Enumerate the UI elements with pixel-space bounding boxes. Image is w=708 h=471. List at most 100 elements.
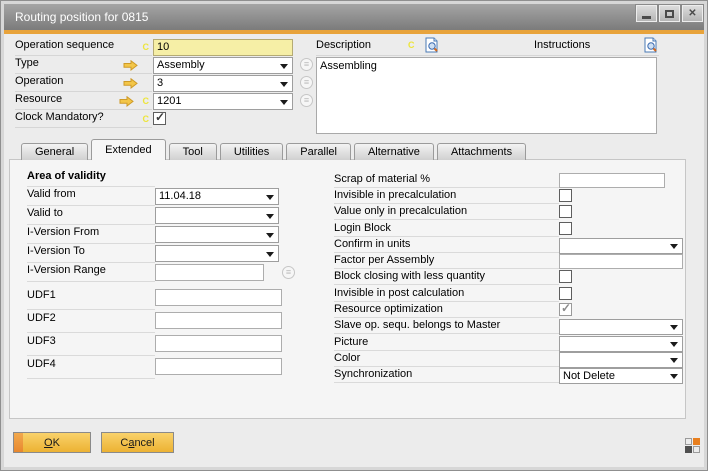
changed-marker: C [143, 114, 150, 124]
block-closing-with-less-quantity-checkbox[interactable] [559, 270, 572, 283]
synchronization-select[interactable]: Not Delete [559, 368, 683, 384]
link-arrow-icon[interactable] [123, 78, 138, 92]
resize-grip-icon[interactable] [685, 438, 701, 454]
clock-mandatory-label: Clock Mandatory? C [15, 111, 152, 128]
maximize-icon [665, 10, 674, 18]
choose-from-list-icon[interactable]: ≡ [300, 58, 313, 71]
extended-tab-panel: Area of validity Valid from 11.04.18 Val… [9, 159, 686, 419]
combo-value: Assembly [157, 59, 205, 71]
dropdown-arrow-icon [266, 233, 274, 238]
tab-general[interactable]: General [21, 143, 88, 160]
description-label: Description [316, 39, 371, 51]
iversion-range-label: I-Version Range [27, 264, 155, 282]
factor-per-assembly-label: Factor per Assembly [334, 254, 559, 269]
type-select[interactable]: Assembly [153, 57, 293, 74]
changed-marker: C [143, 42, 150, 52]
label-text: Resource [15, 93, 62, 105]
iversion-from-select[interactable] [155, 226, 279, 243]
description-expand-icon[interactable] [424, 37, 440, 53]
link-arrow-icon[interactable] [119, 96, 134, 110]
login-block-checkbox[interactable] [559, 222, 572, 235]
login-block-label: Login Block [334, 222, 559, 237]
titlebar-accent-line [4, 30, 704, 34]
iversion-range-input[interactable] [155, 264, 264, 281]
operation-sequence-input[interactable]: 10 [153, 39, 293, 56]
operation-select[interactable]: 3 [153, 75, 293, 92]
value-only-in-precalculation-checkbox[interactable] [559, 205, 572, 218]
factor-per-assembly-input[interactable] [559, 254, 683, 269]
tab-parallel[interactable]: Parallel [286, 143, 351, 160]
maximize-button[interactable] [659, 5, 680, 22]
valid-to-select[interactable] [155, 207, 279, 224]
invisible-in-precalculation-checkbox[interactable] [559, 189, 572, 202]
label-text: Operation [15, 75, 63, 87]
iversion-to-select[interactable] [155, 245, 279, 262]
synchronization-label: Synchronization [334, 368, 559, 383]
resource-optimization-label: Resource optimization [334, 303, 559, 318]
valid-to-label: Valid to [27, 207, 155, 225]
dropdown-arrow-icon [266, 214, 274, 219]
tab-attachments[interactable]: Attachments [437, 143, 526, 160]
choose-from-list-icon[interactable]: ≡ [300, 94, 313, 107]
dropdown-arrow-icon [670, 244, 678, 249]
valid-from-select[interactable]: 11.04.18 [155, 188, 279, 205]
link-arrow-icon[interactable] [123, 60, 138, 74]
invisible-in-post-calculation-checkbox[interactable] [559, 287, 572, 300]
color-label: Color [334, 352, 559, 367]
description-textarea[interactable]: Assembling [316, 57, 657, 134]
tab-tool[interactable]: Tool [169, 143, 217, 160]
instructions-label: Instructions [534, 39, 590, 51]
tab-utilities[interactable]: Utilities [220, 143, 283, 160]
slave-op-sequ-label: Slave op. sequ. belongs to Master [334, 319, 559, 334]
dropdown-arrow-icon [670, 325, 678, 330]
grip-square [685, 446, 692, 453]
confirm-in-units-label: Confirm in units [334, 238, 559, 253]
udf4-input[interactable] [155, 358, 282, 375]
confirm-in-units-select[interactable] [559, 238, 683, 254]
udf1-input[interactable] [155, 289, 282, 306]
choose-from-list-icon[interactable]: ≡ [282, 266, 295, 279]
tab-extended[interactable]: Extended [91, 139, 165, 160]
resource-select[interactable]: 1201 [153, 93, 293, 110]
scrap-of-material-input[interactable] [559, 173, 665, 188]
dropdown-arrow-icon [670, 342, 678, 347]
iversion-to-label: I-Version To [27, 245, 155, 263]
input-value: 10 [157, 41, 169, 53]
slave-op-sequ-select[interactable] [559, 319, 683, 335]
picture-select[interactable] [559, 336, 683, 352]
instructions-expand-icon[interactable] [643, 37, 659, 53]
title-bar[interactable]: Routing position for 0815 [4, 4, 704, 30]
color-select[interactable] [559, 352, 683, 368]
resource-label: Resource C [15, 93, 152, 110]
tab-alternative[interactable]: Alternative [354, 143, 434, 160]
iversion-from-label: I-Version From [27, 226, 155, 244]
description-text: Assembling [320, 60, 377, 72]
combo-value: 1201 [157, 95, 181, 107]
label-text: Type [15, 57, 39, 69]
grip-square [685, 438, 692, 445]
cancel-button[interactable]: Cancel [101, 432, 174, 453]
dropdown-arrow-icon [266, 195, 274, 200]
udf2-input[interactable] [155, 312, 282, 329]
udf3-label: UDF3 [27, 335, 155, 356]
operation-label: Operation [15, 75, 152, 92]
changed-marker: C [408, 40, 415, 50]
dropdown-arrow-icon [670, 374, 678, 379]
label-text: Clock Mandatory? [15, 111, 104, 123]
grip-square [693, 446, 700, 453]
choose-from-list-icon[interactable]: ≡ [300, 76, 313, 89]
changed-marker: C [143, 96, 150, 106]
dropdown-arrow-icon [670, 358, 678, 363]
clock-mandatory-checkbox[interactable] [153, 112, 166, 125]
grip-square [693, 438, 700, 445]
combo-value: 11.04.18 [159, 190, 201, 202]
udf4-label: UDF4 [27, 358, 155, 379]
udf3-input[interactable] [155, 335, 282, 352]
dropdown-arrow-icon [266, 252, 274, 257]
resource-optimization-checkbox[interactable] [559, 303, 572, 316]
close-button[interactable]: ✕ [682, 5, 703, 22]
ok-button[interactable]: OK [13, 432, 91, 453]
label-text: Operation sequence [15, 39, 114, 51]
invisible-in-precalculation-label: Invisible in precalculation [334, 189, 559, 204]
minimize-button[interactable] [636, 5, 657, 22]
